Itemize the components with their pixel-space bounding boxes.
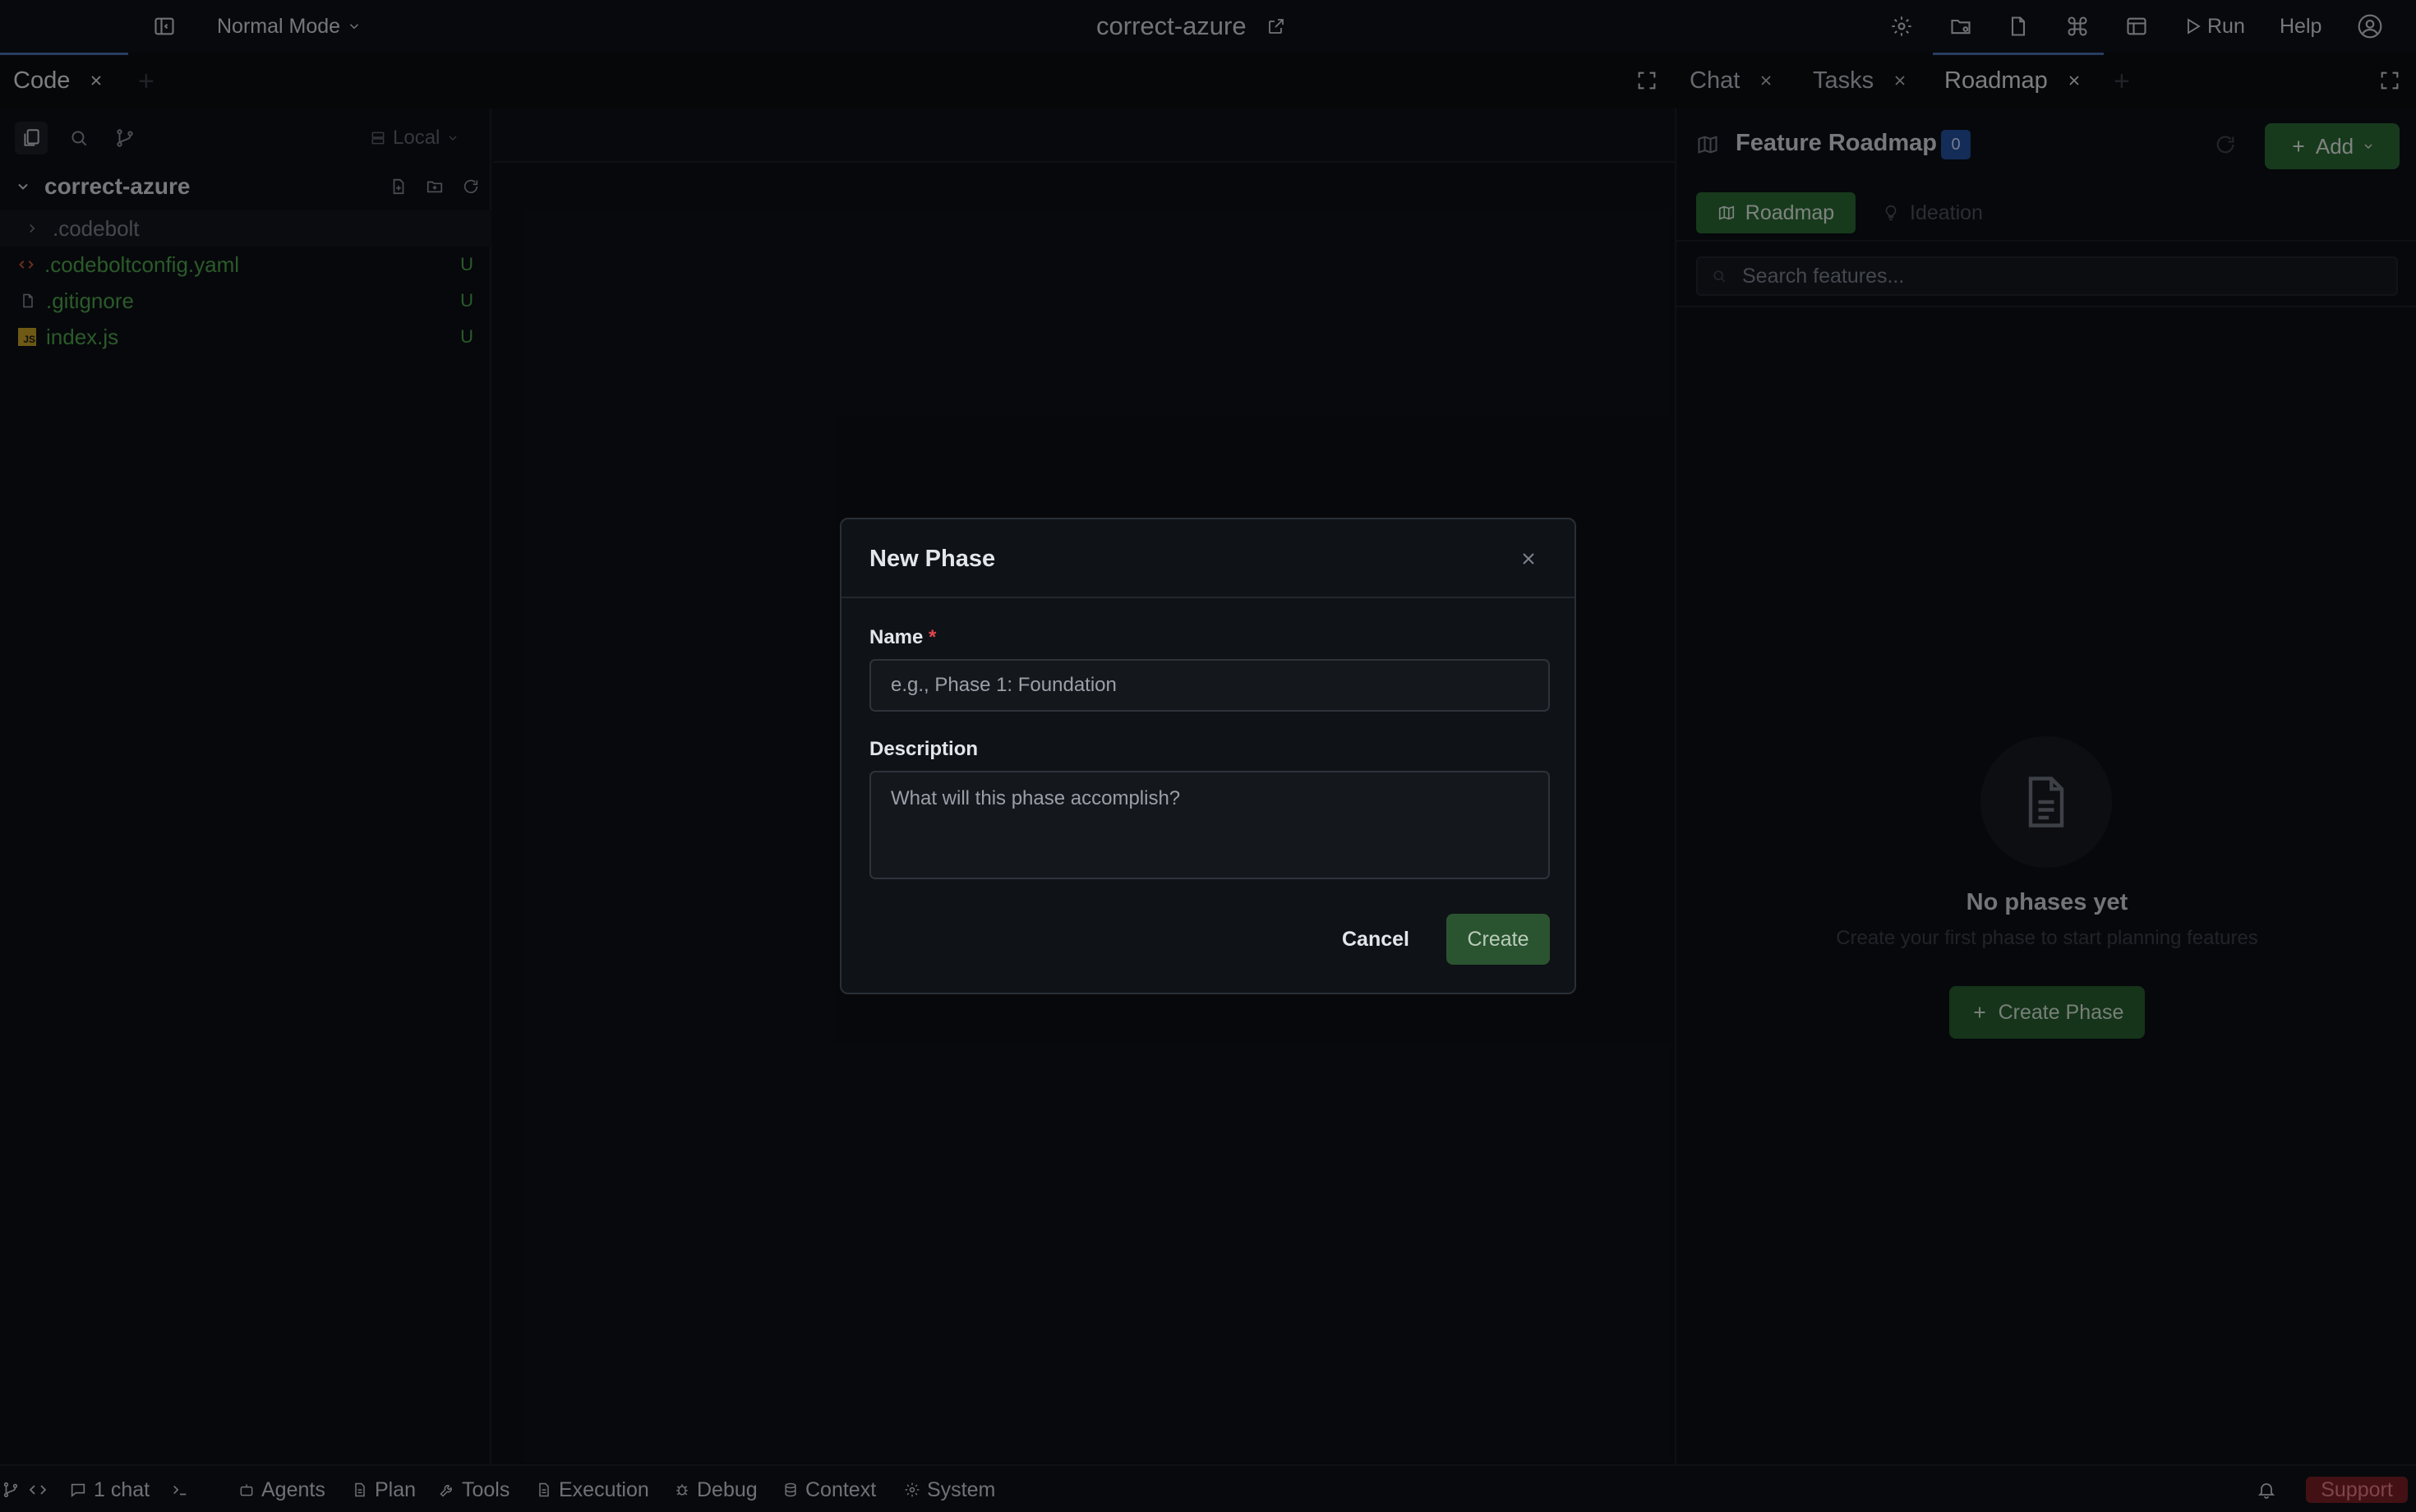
name-field-label: Name * <box>869 626 936 649</box>
phase-description-input[interactable] <box>869 771 1550 879</box>
name-label-text: Name <box>869 626 924 648</box>
dialog-header: New Phase <box>841 519 1575 598</box>
modal-backdrop: New Phase Name * Description Cancel Crea… <box>0 0 2416 1512</box>
required-mark: * <box>929 626 937 648</box>
close-icon[interactable] <box>1514 544 1543 574</box>
dialog-title: New Phase <box>869 546 996 572</box>
new-phase-dialog: New Phase Name * Description Cancel Crea… <box>840 518 1576 994</box>
create-button[interactable]: Create <box>1446 914 1550 965</box>
phase-name-input[interactable] <box>869 659 1550 712</box>
cancel-button[interactable]: Cancel <box>1326 914 1425 965</box>
description-field-label: Description <box>869 738 979 760</box>
